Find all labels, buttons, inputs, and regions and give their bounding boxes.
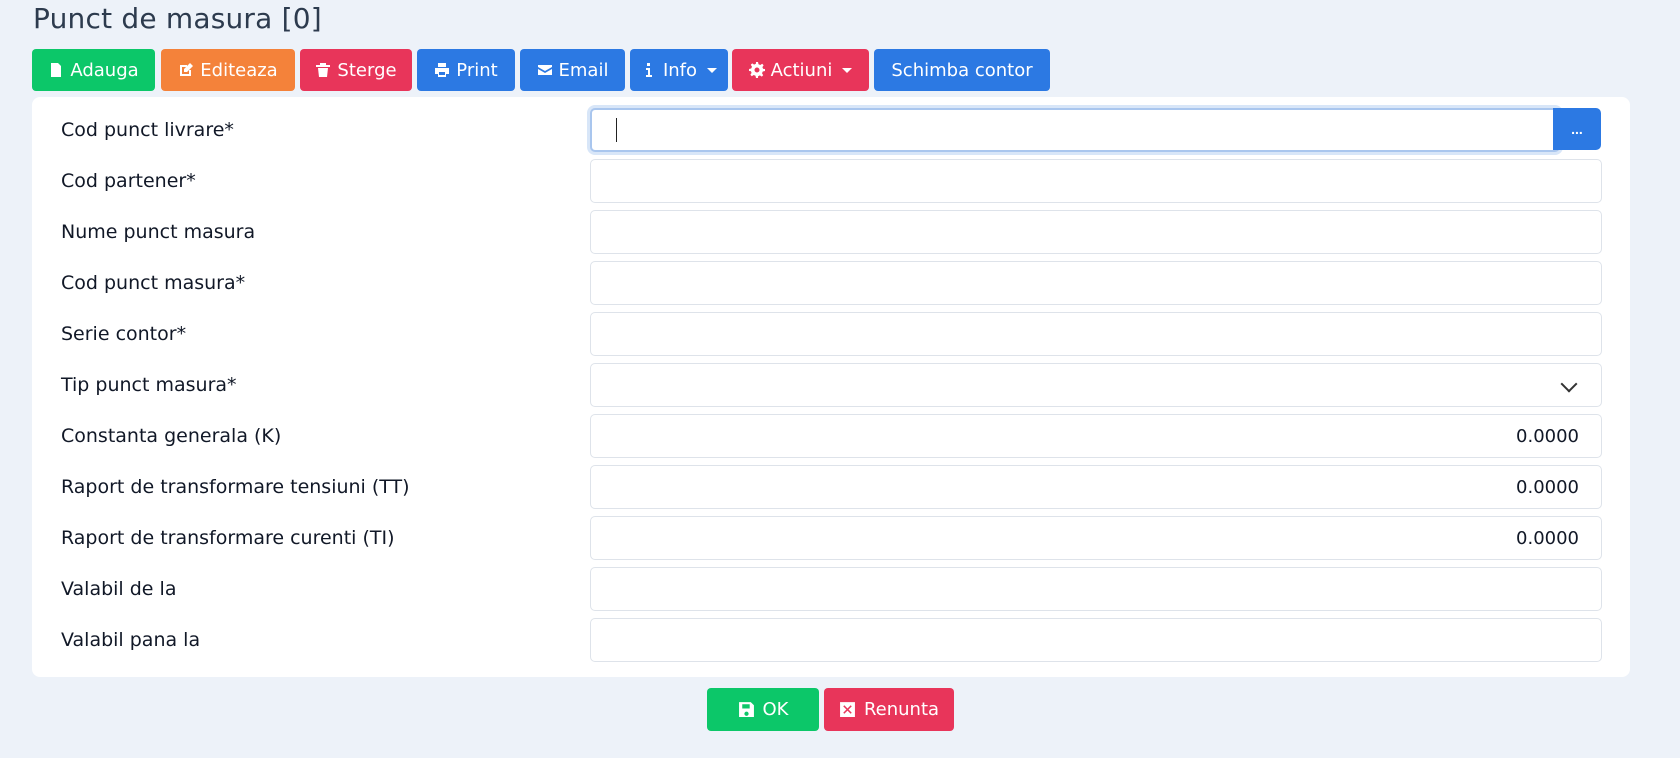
email-button[interactable]: Email <box>520 49 625 91</box>
row-valabil-de-la: Valabil de la <box>32 567 1630 613</box>
row-cod-punct-livrare: Cod punct livrare* <box>32 108 1630 154</box>
label-cod-punct-livrare: Cod punct livrare* <box>61 119 234 141</box>
change-meter-button[interactable]: Schimba contor <box>874 49 1050 91</box>
label-cod-partener: Cod partener* <box>61 170 196 192</box>
caret-down-icon <box>707 67 718 73</box>
add-button[interactable]: Adauga <box>32 49 155 91</box>
email-button-label: Email <box>558 59 609 81</box>
print-button-label: Print <box>456 59 498 81</box>
ok-button[interactable]: OK <box>707 688 819 731</box>
trash-icon <box>316 63 331 77</box>
chevron-down-icon <box>1560 375 1578 393</box>
edit-button[interactable]: Editeaza <box>161 49 295 91</box>
cod-partener-input[interactable] <box>590 159 1602 203</box>
file-icon <box>51 63 62 77</box>
cancel-button[interactable]: Renunta <box>824 688 954 731</box>
row-constanta-generala: Constanta generala (K) <box>32 414 1630 460</box>
ok-button-label: OK <box>762 699 789 720</box>
nume-punct-masura-input[interactable] <box>590 210 1602 254</box>
row-tip-punct-masura: Tip punct masura* <box>32 363 1630 409</box>
row-valabil-pana-la: Valabil pana la <box>32 618 1630 664</box>
gear-icon <box>748 62 765 78</box>
lookup-button[interactable]: ... <box>1553 108 1601 150</box>
row-cod-partener: Cod partener* <box>32 159 1630 205</box>
serie-contor-input[interactable] <box>590 312 1602 356</box>
add-button-label: Adauga <box>70 59 139 81</box>
delete-button[interactable]: Sterge <box>300 49 412 91</box>
save-icon <box>738 702 754 717</box>
row-raport-ti: Raport de transformare curenti (TI) <box>32 516 1630 562</box>
row-nume-punct-masura: Nume punct masura <box>32 210 1630 256</box>
constanta-generala-input[interactable] <box>590 414 1602 458</box>
label-serie-contor: Serie contor* <box>61 323 187 345</box>
raport-tt-input[interactable] <box>590 465 1602 509</box>
label-valabil-pana-la: Valabil pana la <box>61 629 201 651</box>
valabil-pana-la-input[interactable] <box>590 618 1602 662</box>
label-nume-punct-masura: Nume punct masura <box>61 221 256 243</box>
row-cod-punct-masura: Cod punct masura* <box>32 261 1630 307</box>
edit-button-label: Editeaza <box>200 59 278 81</box>
cod-punct-livrare-input[interactable] <box>590 108 1560 152</box>
text-cursor <box>616 118 617 142</box>
row-raport-tt: Raport de transformare tensiuni (TT) <box>32 465 1630 511</box>
row-serie-contor: Serie contor* <box>32 312 1630 358</box>
actions-dropdown-label: Actiuni <box>770 59 833 81</box>
label-cod-punct-masura: Cod punct masura* <box>61 272 246 294</box>
form-footer: OK Renunta <box>0 688 1680 731</box>
delete-button-label: Sterge <box>337 59 397 81</box>
tip-punct-masura-select[interactable] <box>590 363 1602 407</box>
info-dropdown[interactable]: Info <box>630 49 728 91</box>
info-dropdown-label: Info <box>662 59 698 81</box>
page-title: Punct de masura [0] <box>33 2 322 35</box>
info-icon <box>645 63 652 77</box>
change-meter-button-label: Schimba contor <box>891 59 1033 81</box>
actions-dropdown[interactable]: Actiuni <box>732 49 869 91</box>
close-square-icon <box>840 702 855 717</box>
label-constanta-generala: Constanta generala (K) <box>61 425 282 447</box>
label-tip-punct-masura: Tip punct masura* <box>61 374 237 396</box>
print-icon <box>435 63 450 77</box>
print-button[interactable]: Print <box>417 49 515 91</box>
label-raport-tt: Raport de transformare tensiuni (TT) <box>61 476 410 498</box>
envelope-icon <box>537 65 552 75</box>
cancel-button-label: Renunta <box>863 699 940 720</box>
cod-punct-masura-input[interactable] <box>590 261 1602 305</box>
raport-ti-input[interactable] <box>590 516 1602 560</box>
valabil-de-la-input[interactable] <box>590 567 1602 611</box>
label-raport-ti: Raport de transformare curenti (TI) <box>61 527 395 549</box>
form-card: Cod punct livrare* ... Cod partener* Num… <box>32 97 1630 677</box>
edit-icon <box>180 63 194 76</box>
caret-down-icon <box>842 67 853 73</box>
label-valabil-de-la: Valabil de la <box>61 578 177 600</box>
